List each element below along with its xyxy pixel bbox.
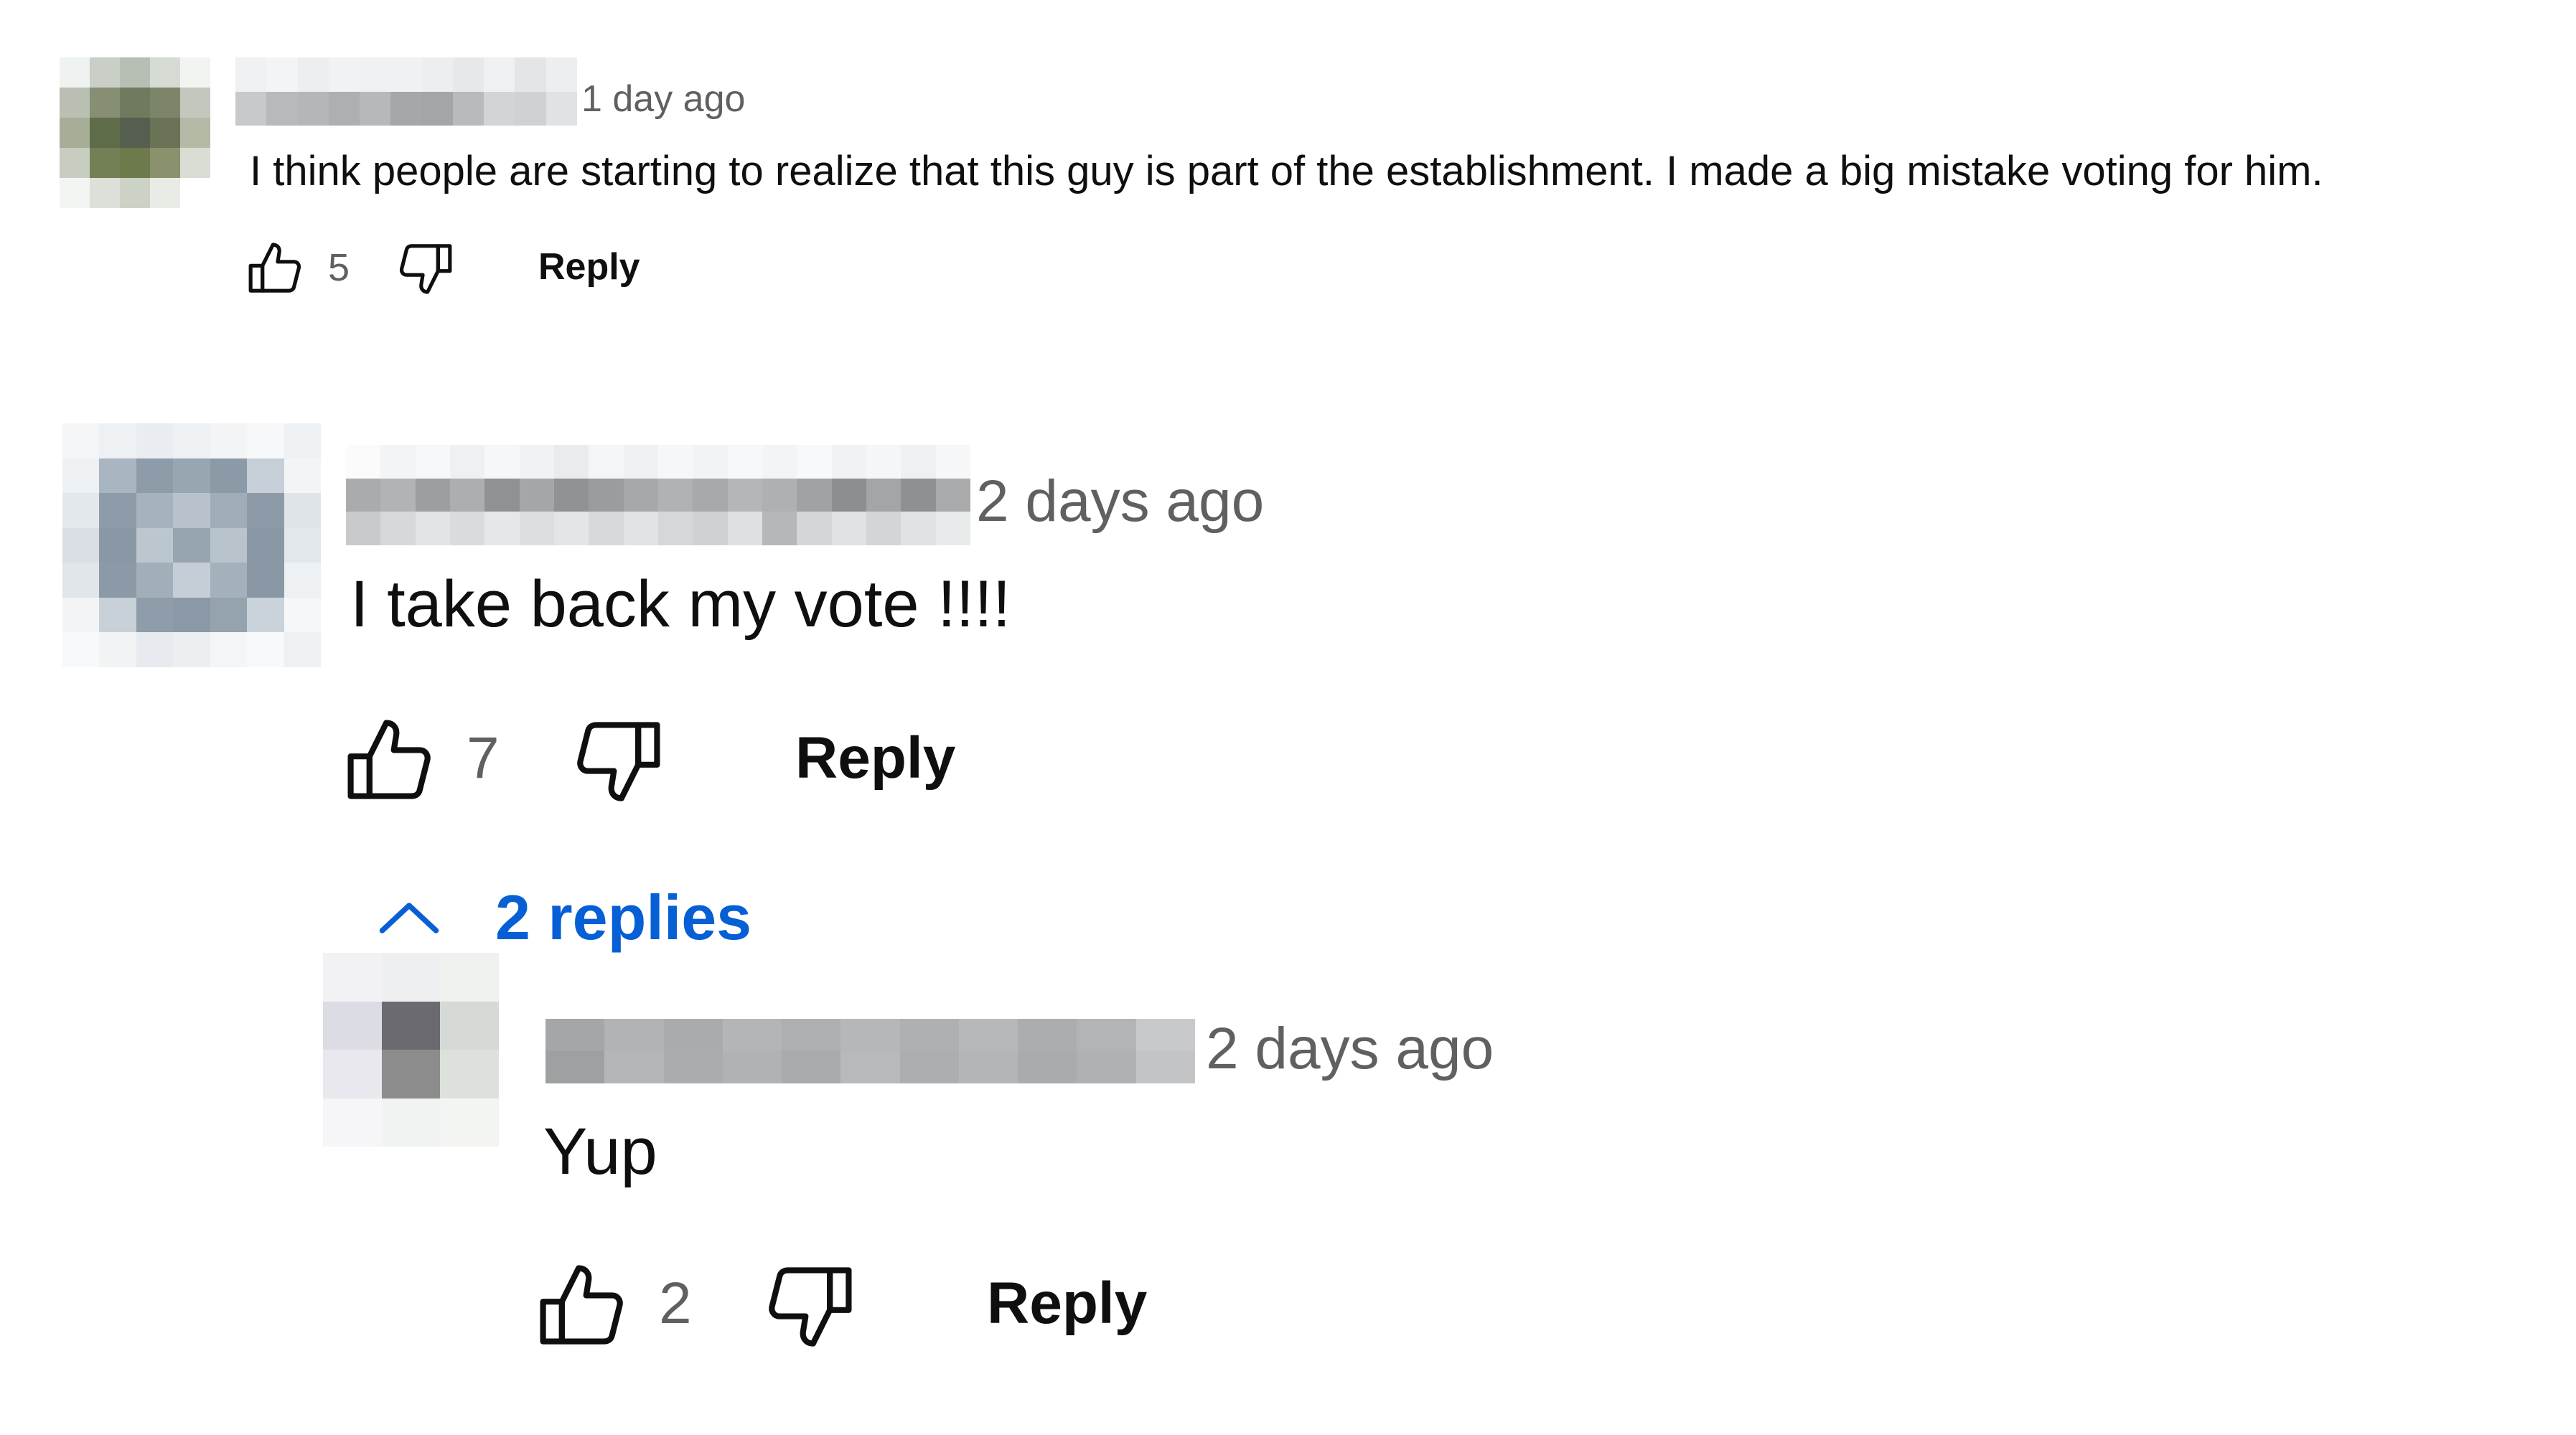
replies-toggle-label[interactable]: 2 replies <box>495 881 751 954</box>
chevron-up-icon[interactable] <box>373 891 445 941</box>
comment-timestamp[interactable]: 2 days ago <box>976 468 1264 535</box>
avatar[interactable] <box>60 57 210 208</box>
comment-text: I think people are starting to realize t… <box>250 148 2323 194</box>
username-redacted[interactable] <box>235 57 577 126</box>
username-redacted[interactable] <box>346 445 970 545</box>
comment-timestamp[interactable]: 1 day ago <box>581 77 745 121</box>
thumbs-down-icon[interactable] <box>393 237 456 300</box>
avatar[interactable] <box>62 423 321 667</box>
reply-button[interactable]: Reply <box>538 245 640 288</box>
thumbs-up-icon[interactable] <box>244 237 307 300</box>
reply-timestamp[interactable]: 2 days ago <box>1206 1015 1494 1083</box>
reply-text: Yup <box>543 1115 657 1188</box>
reply-button[interactable]: Reply <box>987 1270 1147 1337</box>
thumbs-up-icon[interactable] <box>533 1256 633 1356</box>
thumbs-up-icon[interactable] <box>340 710 441 811</box>
like-count: 2 <box>659 1271 692 1336</box>
thumbs-down-icon[interactable] <box>567 710 668 811</box>
avatar[interactable] <box>323 953 499 1147</box>
username-redacted[interactable] <box>545 1019 1195 1083</box>
like-count: 5 <box>328 246 350 289</box>
comment-text: I take back my vote !!!! <box>350 568 1011 641</box>
thumbs-down-icon[interactable] <box>759 1256 859 1356</box>
reply-button[interactable]: Reply <box>795 725 955 792</box>
like-count: 7 <box>467 725 500 791</box>
